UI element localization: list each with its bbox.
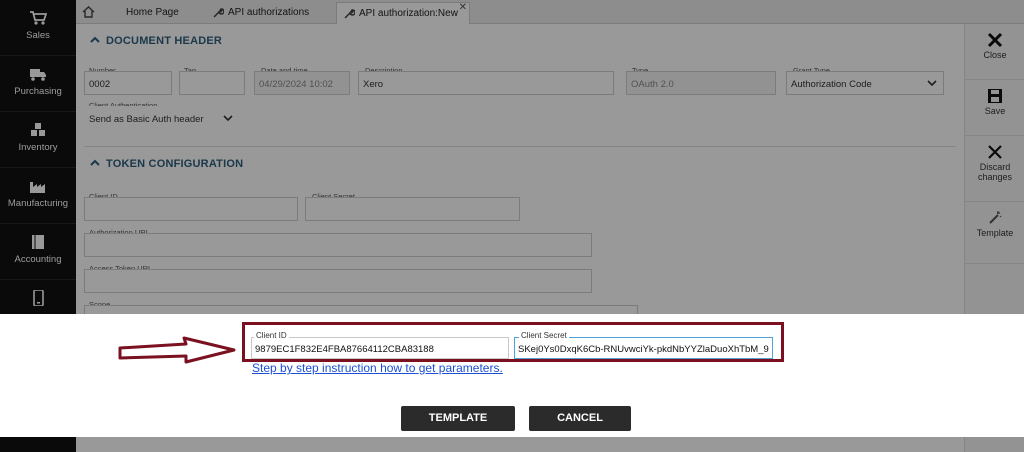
modal-client-id-value: 9879EC1F832E4FBA87664112CBA83188 [255, 344, 434, 355]
template-dialog: 9879EC1F832E4FBA87664112CBA83188 Client … [0, 314, 1024, 437]
cancel-button[interactable]: CANCEL [529, 406, 631, 431]
modal-client-id-label: Client ID [254, 331, 289, 340]
template-dialog-button[interactable]: TEMPLATE [401, 406, 515, 431]
arrow-pointer-icon [118, 336, 236, 364]
modal-client-secret-label: Client Secret [519, 331, 569, 340]
modal-client-secret-input[interactable]: SKej0Ys0DxqK6Cb-RNUvwciYk-pkdNbYYZlaDuoX… [514, 337, 773, 359]
modal-client-secret-value: SKej0Ys0DxqK6Cb-RNUvwciYk-pkdNbYYZlaDuoX… [518, 344, 769, 355]
modal-client-id-input[interactable]: 9879EC1F832E4FBA87664112CBA83188 [251, 337, 509, 359]
instructions-link[interactable]: Step by step instruction how to get para… [252, 361, 503, 375]
